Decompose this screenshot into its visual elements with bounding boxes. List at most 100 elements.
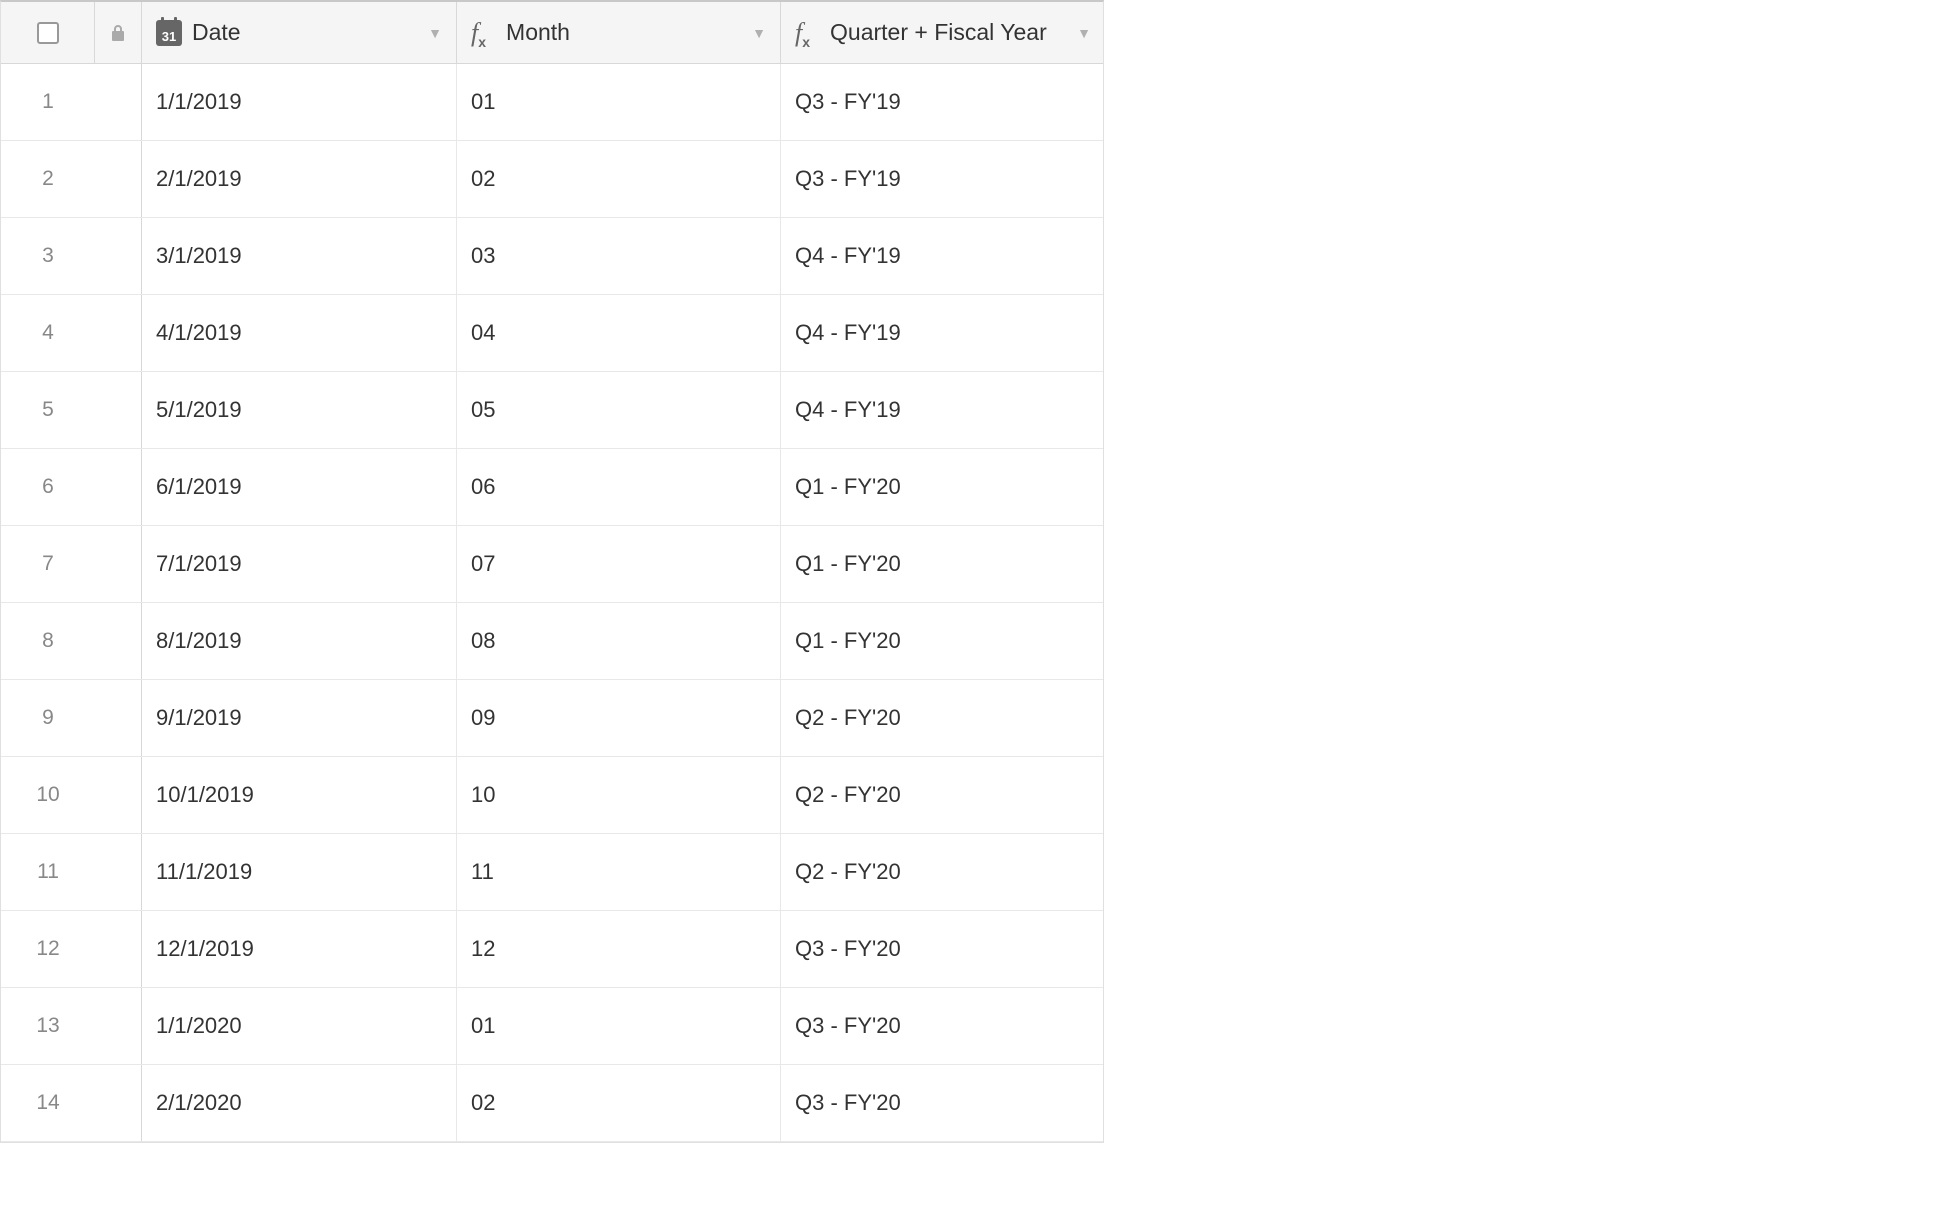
lock-cell xyxy=(95,141,141,217)
row-number[interactable]: 6 xyxy=(1,449,95,525)
quarter-cell[interactable]: Q3 - FY'20 xyxy=(781,1065,1105,1141)
table-row[interactable]: 1212/1/201912Q3 - FY'20 xyxy=(1,911,1103,988)
month-cell[interactable]: 07 xyxy=(457,526,781,602)
row-number[interactable]: 9 xyxy=(1,680,95,756)
row-number[interactable]: 4 xyxy=(1,295,95,371)
table-row[interactable]: 5 5/1/201905Q4 - FY'19 xyxy=(1,372,1103,449)
table-row[interactable]: 9 9/1/201909Q2 - FY'20 xyxy=(1,680,1103,757)
column-label: Quarter + Fiscal Year xyxy=(830,19,1047,46)
date-cell[interactable]: 1/1/2020 xyxy=(141,988,457,1064)
row-number[interactable]: 7 xyxy=(1,526,95,602)
table-row[interactable]: 4 4/1/201904Q4 - FY'19 xyxy=(1,295,1103,372)
lock-cell xyxy=(95,526,141,602)
table-row[interactable]: 2 2/1/201902Q3 - FY'19 xyxy=(1,141,1103,218)
quarter-cell[interactable]: Q1 - FY'20 xyxy=(781,526,1105,602)
month-cell[interactable]: 01 xyxy=(457,988,781,1064)
quarter-cell[interactable]: Q1 - FY'20 xyxy=(781,449,1105,525)
row-number[interactable]: 2 xyxy=(1,141,95,217)
lock-cell xyxy=(95,218,141,294)
quarter-cell[interactable]: Q1 - FY'20 xyxy=(781,603,1105,679)
date-cell[interactable]: 5/1/2019 xyxy=(141,372,457,448)
chevron-down-icon[interactable]: ▼ xyxy=(752,25,766,41)
lock-cell xyxy=(95,988,141,1064)
row-number[interactable]: 14 xyxy=(1,1065,95,1141)
column-header-quarter[interactable]: fx Quarter + Fiscal Year ▼ xyxy=(781,2,1105,63)
quarter-cell[interactable]: Q4 - FY'19 xyxy=(781,372,1105,448)
month-cell[interactable]: 11 xyxy=(457,834,781,910)
month-cell[interactable]: 05 xyxy=(457,372,781,448)
column-label: Month xyxy=(506,19,570,46)
table-header-row: 31 Date ▼ fx Month ▼ fx Quarter + Fiscal… xyxy=(1,2,1103,64)
quarter-cell[interactable]: Q3 - FY'20 xyxy=(781,911,1105,987)
lock-cell xyxy=(95,64,141,140)
date-cell[interactable]: 10/1/2019 xyxy=(141,757,457,833)
table-row[interactable]: 6 6/1/201906Q1 - FY'20 xyxy=(1,449,1103,526)
quarter-cell[interactable]: Q2 - FY'20 xyxy=(781,757,1105,833)
date-cell[interactable]: 8/1/2019 xyxy=(141,603,457,679)
month-cell[interactable]: 08 xyxy=(457,603,781,679)
lock-icon xyxy=(110,24,126,42)
date-cell[interactable]: 3/1/2019 xyxy=(141,218,457,294)
row-number[interactable]: 12 xyxy=(1,911,95,987)
month-cell[interactable]: 04 xyxy=(457,295,781,371)
date-cell[interactable]: 9/1/2019 xyxy=(141,680,457,756)
quarter-cell[interactable]: Q4 - FY'19 xyxy=(781,295,1105,371)
lock-cell xyxy=(95,911,141,987)
month-cell[interactable]: 01 xyxy=(457,64,781,140)
date-cell[interactable]: 6/1/2019 xyxy=(141,449,457,525)
date-cell[interactable]: 11/1/2019 xyxy=(141,834,457,910)
quarter-cell[interactable]: Q2 - FY'20 xyxy=(781,834,1105,910)
row-number[interactable]: 10 xyxy=(1,757,95,833)
quarter-cell[interactable]: Q3 - FY'19 xyxy=(781,64,1105,140)
row-number[interactable]: 8 xyxy=(1,603,95,679)
month-cell[interactable]: 09 xyxy=(457,680,781,756)
lock-cell xyxy=(95,680,141,756)
row-number[interactable]: 3 xyxy=(1,218,95,294)
column-header-month[interactable]: fx Month ▼ xyxy=(457,2,781,63)
date-cell[interactable]: 4/1/2019 xyxy=(141,295,457,371)
table-body: 11/1/201901Q3 - FY'1922/1/201902Q3 - FY'… xyxy=(1,64,1103,1142)
month-cell[interactable]: 10 xyxy=(457,757,781,833)
chevron-down-icon[interactable]: ▼ xyxy=(1077,25,1091,41)
table-row[interactable]: 1010/1/201910Q2 - FY'20 xyxy=(1,757,1103,834)
quarter-cell[interactable]: Q3 - FY'19 xyxy=(781,141,1105,217)
lock-column-header[interactable] xyxy=(95,2,141,63)
calendar-icon: 31 xyxy=(156,20,182,46)
formula-icon: fx xyxy=(795,18,818,48)
table-row[interactable]: 1 1/1/201901Q3 - FY'19 xyxy=(1,64,1103,141)
row-number[interactable]: 13 xyxy=(1,988,95,1064)
formula-icon: fx xyxy=(471,18,494,48)
lock-cell xyxy=(95,372,141,448)
row-number[interactable]: 5 xyxy=(1,372,95,448)
row-number[interactable]: 11 xyxy=(1,834,95,910)
month-cell[interactable]: 06 xyxy=(457,449,781,525)
select-all-cell[interactable] xyxy=(1,2,95,63)
table-row[interactable]: 13 1/1/202001Q3 - FY'20 xyxy=(1,988,1103,1065)
data-table: 31 Date ▼ fx Month ▼ fx Quarter + Fiscal… xyxy=(0,0,1104,1143)
chevron-down-icon[interactable]: ▼ xyxy=(428,25,442,41)
lock-cell xyxy=(95,834,141,910)
select-all-checkbox[interactable] xyxy=(37,22,59,44)
quarter-cell[interactable]: Q3 - FY'20 xyxy=(781,988,1105,1064)
date-cell[interactable]: 2/1/2019 xyxy=(141,141,457,217)
date-cell[interactable]: 7/1/2019 xyxy=(141,526,457,602)
lock-cell xyxy=(95,1065,141,1141)
table-row[interactable]: 8 8/1/201908Q1 - FY'20 xyxy=(1,603,1103,680)
row-number[interactable]: 1 xyxy=(1,64,95,140)
table-row[interactable]: 3 3/1/201903Q4 - FY'19 xyxy=(1,218,1103,295)
table-row[interactable]: 14 2/1/202002Q3 - FY'20 xyxy=(1,1065,1103,1142)
month-cell[interactable]: 02 xyxy=(457,141,781,217)
date-cell[interactable]: 1/1/2019 xyxy=(141,64,457,140)
quarter-cell[interactable]: Q2 - FY'20 xyxy=(781,680,1105,756)
date-cell[interactable]: 12/1/2019 xyxy=(141,911,457,987)
table-row[interactable]: 7 7/1/201907Q1 - FY'20 xyxy=(1,526,1103,603)
date-cell[interactable]: 2/1/2020 xyxy=(141,1065,457,1141)
lock-cell xyxy=(95,757,141,833)
lock-cell xyxy=(95,449,141,525)
month-cell[interactable]: 03 xyxy=(457,218,781,294)
column-header-date[interactable]: 31 Date ▼ xyxy=(141,2,457,63)
month-cell[interactable]: 02 xyxy=(457,1065,781,1141)
quarter-cell[interactable]: Q4 - FY'19 xyxy=(781,218,1105,294)
month-cell[interactable]: 12 xyxy=(457,911,781,987)
table-row[interactable]: 1111/1/201911Q2 - FY'20 xyxy=(1,834,1103,911)
